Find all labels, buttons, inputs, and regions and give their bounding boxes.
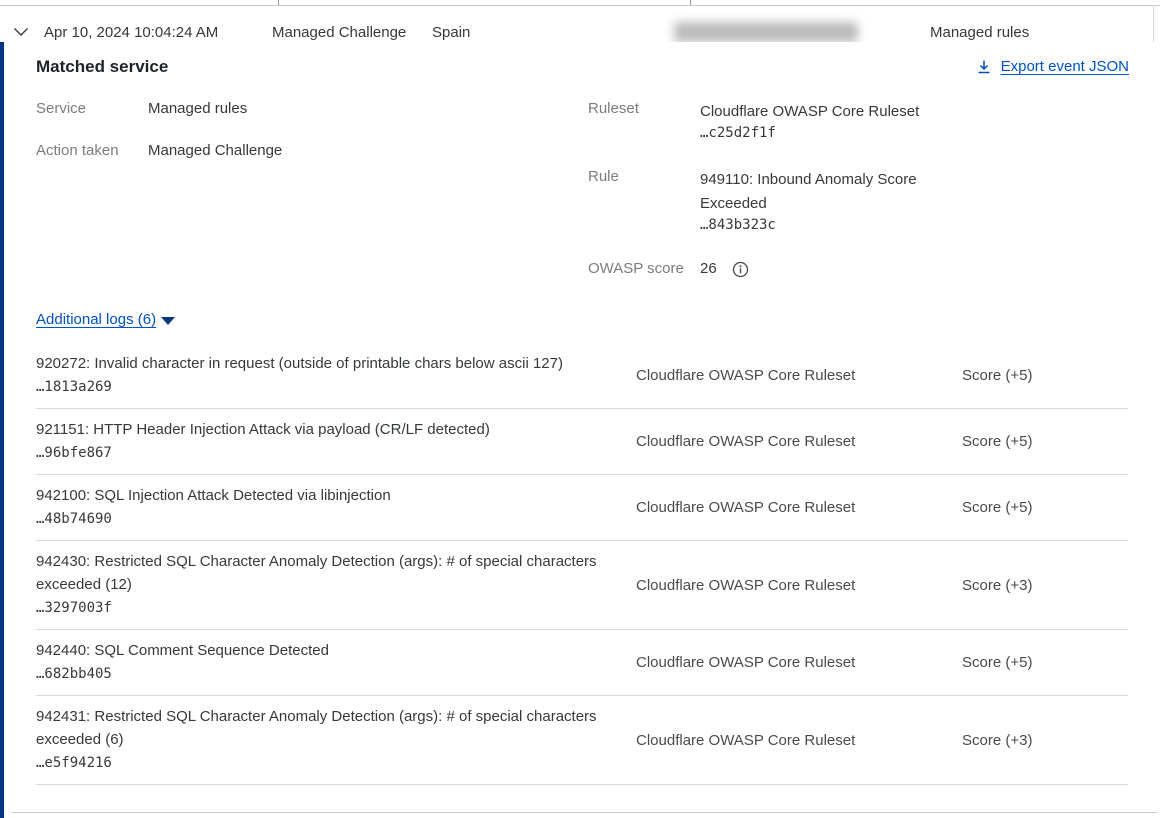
events-detail-screen: Apr 10, 2024 10:04:24 AM Managed Challen…	[0, 0, 1160, 818]
ruleset-label: Ruleset	[588, 100, 639, 117]
log-ruleset: Cloudflare OWASP Core Ruleset	[636, 433, 855, 450]
event-timestamp: Apr 10, 2024 10:04:24 AM	[44, 24, 218, 41]
column-divider-tick	[278, 0, 279, 5]
log-ruleset-cell: Cloudflare OWASP Core Ruleset	[636, 705, 962, 775]
log-score-cell: Score (+5)	[962, 352, 1128, 399]
log-score-cell: Score (+3)	[962, 550, 1128, 620]
chevron-down-icon[interactable]	[13, 27, 29, 37]
action-taken-label: Action taken	[36, 142, 119, 159]
log-hash: …3297003f	[36, 596, 614, 620]
log-score: Score (+3)	[962, 577, 1032, 594]
next-row-divider	[12, 812, 1157, 813]
additional-logs-toggle[interactable]: Additional logs (6)	[36, 311, 175, 328]
info-icon[interactable]	[732, 261, 749, 278]
owasp-score-label: OWASP score	[588, 260, 684, 277]
log-description: 920272: Invalid character in request (ou…	[36, 352, 614, 375]
owasp-score-value: 26	[700, 260, 717, 277]
log-description-cell: 942100: SQL Injection Attack Detected vi…	[36, 484, 636, 531]
log-score-cell: Score (+3)	[962, 705, 1128, 775]
event-action: Managed Challenge	[272, 24, 406, 41]
log-description-cell: 920272: Invalid character in request (ou…	[36, 352, 636, 399]
log-row: 942431: Restricted SQL Character Anomaly…	[36, 696, 1128, 785]
action-taken-value: Managed Challenge	[148, 142, 282, 159]
log-description-cell: 942440: SQL Comment Sequence Detected …6…	[36, 639, 636, 686]
column-divider-tick	[690, 0, 691, 5]
log-hash: …1813a269	[36, 375, 614, 399]
redacted-host-blur	[674, 22, 858, 42]
log-ruleset-cell: Cloudflare OWASP Core Ruleset	[636, 352, 962, 399]
log-description-cell: 942431: Restricted SQL Character Anomaly…	[36, 705, 636, 775]
export-link-label: Export event JSON	[1001, 58, 1129, 75]
log-ruleset-cell: Cloudflare OWASP Core Ruleset	[636, 550, 962, 620]
panel-title: Matched service	[36, 57, 168, 77]
download-icon	[976, 59, 992, 75]
export-event-json-link[interactable]: Export event JSON	[976, 58, 1129, 75]
log-description: 942440: SQL Comment Sequence Detected	[36, 639, 614, 662]
log-score: Score (+5)	[962, 654, 1032, 671]
log-hash: …682bb405	[36, 662, 614, 686]
log-score: Score (+5)	[962, 367, 1032, 384]
log-hash: …96bfe867	[36, 441, 614, 465]
log-row: 942100: SQL Injection Attack Detected vi…	[36, 475, 1128, 541]
log-ruleset: Cloudflare OWASP Core Ruleset	[636, 654, 855, 671]
service-value: Managed rules	[148, 100, 247, 117]
event-service: Managed rules	[930, 24, 1029, 41]
log-description: 921151: HTTP Header Injection Attack via…	[36, 418, 614, 441]
log-ruleset-cell: Cloudflare OWASP Core Ruleset	[636, 484, 962, 531]
additional-logs-label: Additional logs (6)	[36, 311, 156, 328]
log-description: 942431: Restricted SQL Character Anomaly…	[36, 705, 614, 751]
event-country: Spain	[432, 24, 470, 41]
log-row: 942430: Restricted SQL Character Anomaly…	[36, 541, 1128, 630]
log-hash: …48b74690	[36, 507, 614, 531]
log-row: 920272: Invalid character in request (ou…	[36, 343, 1128, 409]
caret-down-icon	[161, 317, 175, 325]
event-summary-row[interactable]: Apr 10, 2024 10:04:24 AM Managed Challen…	[0, 6, 1160, 42]
rule-value: 949110: Inbound Anomaly Score Exceeded	[700, 168, 940, 216]
log-description: 942100: SQL Injection Attack Detected vi…	[36, 484, 614, 507]
log-description: 942430: Restricted SQL Character Anomaly…	[36, 550, 614, 596]
log-ruleset: Cloudflare OWASP Core Ruleset	[636, 732, 855, 749]
log-hash: …e5f94216	[36, 751, 614, 775]
event-detail-panel: Matched service Export event JSON Servic…	[0, 42, 1160, 818]
log-score-cell: Score (+5)	[962, 484, 1128, 531]
service-label: Service	[36, 100, 86, 117]
log-score-cell: Score (+5)	[962, 639, 1128, 686]
log-score-cell: Score (+5)	[962, 418, 1128, 465]
log-description-cell: 942430: Restricted SQL Character Anomaly…	[36, 550, 636, 620]
log-ruleset-cell: Cloudflare OWASP Core Ruleset	[636, 418, 962, 465]
log-row: 942440: SQL Comment Sequence Detected …6…	[36, 630, 1128, 696]
log-ruleset: Cloudflare OWASP Core Ruleset	[636, 577, 855, 594]
ruleset-hash: …c25d2f1f	[700, 125, 776, 141]
logs-table: 920272: Invalid character in request (ou…	[36, 343, 1128, 785]
log-description-cell: 921151: HTTP Header Injection Attack via…	[36, 418, 636, 465]
rule-label: Rule	[588, 168, 619, 185]
log-score: Score (+5)	[962, 433, 1032, 450]
rule-hash: …843b323c	[700, 217, 776, 233]
log-score: Score (+3)	[962, 732, 1032, 749]
log-score: Score (+5)	[962, 499, 1032, 516]
log-row: 921151: HTTP Header Injection Attack via…	[36, 409, 1128, 475]
log-ruleset-cell: Cloudflare OWASP Core Ruleset	[636, 639, 962, 686]
log-ruleset: Cloudflare OWASP Core Ruleset	[636, 367, 855, 384]
ruleset-value: Cloudflare OWASP Core Ruleset	[700, 100, 945, 124]
log-ruleset: Cloudflare OWASP Core Ruleset	[636, 499, 855, 516]
